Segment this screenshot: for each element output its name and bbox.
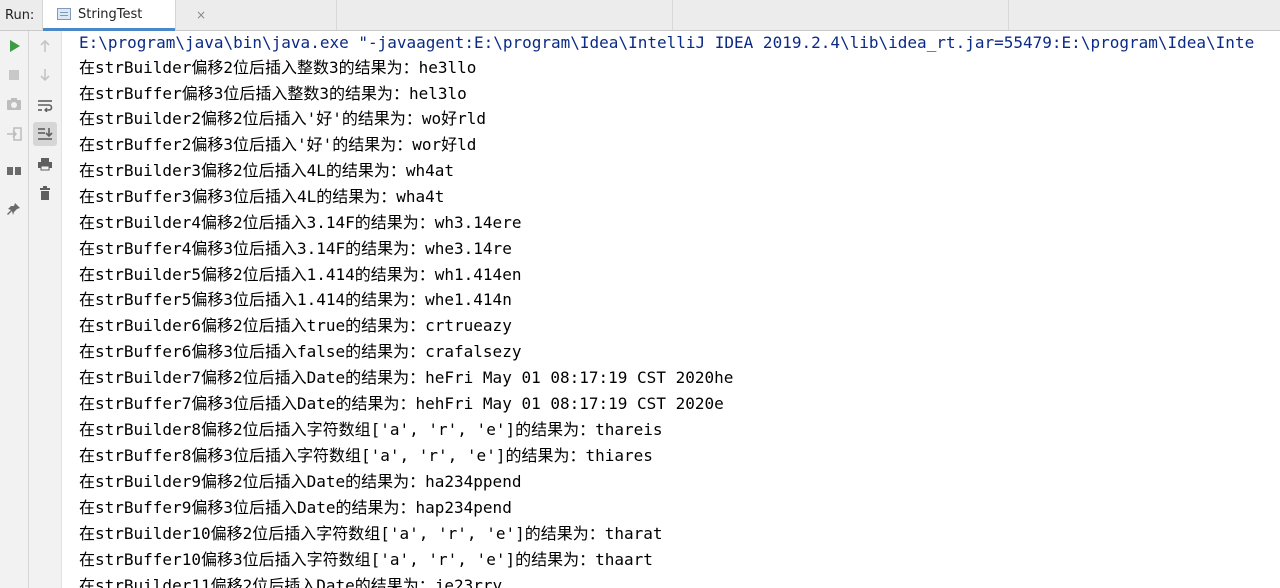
down-arrow-icon <box>40 69 50 82</box>
stop-button[interactable] <box>2 63 26 87</box>
run-toolbar-primary <box>0 31 29 588</box>
trash-icon <box>40 186 50 200</box>
restore-layout-button[interactable] <box>2 122 26 146</box>
console-line: 在strBuffer7偏移3位后插入Date的结果为：hehFri May 01… <box>79 394 724 413</box>
console-line: 在strBuilder7偏移2位后插入Date的结果为：heFri May 01… <box>79 368 734 387</box>
console-line: 在strBuilder6偏移2位后插入true的结果为：crtrueazy <box>79 316 512 335</box>
run-icon <box>10 40 20 52</box>
run-toolwindow-header: Run: StringTest × <box>0 0 1280 31</box>
header-divider <box>336 0 337 30</box>
soft-wrap-button[interactable] <box>33 93 57 117</box>
console-line: 在strBuilder8偏移2位后插入字符数组['a', 'r', 'e']的结… <box>79 420 663 439</box>
rerun-button[interactable] <box>2 34 26 58</box>
login-icon <box>7 127 22 141</box>
console-line: 在strBuilder4偏移2位后插入3.14F的结果为：wh3.14ere <box>79 213 522 232</box>
header-divider <box>1008 0 1009 30</box>
clear-all-button[interactable] <box>33 181 57 205</box>
next-occurrence-button[interactable] <box>33 63 57 87</box>
console-line: 在strBuilder5偏移2位后插入1.414的结果为：wh1.414en <box>79 265 522 284</box>
console-output[interactable]: E:\program\java\bin\java.exe "-javaagent… <box>62 31 1280 588</box>
soft-wrap-icon <box>38 100 53 112</box>
stop-icon <box>9 70 19 80</box>
console-line: 在strBuffer4偏移3位后插入3.14F的结果为：whe3.14re <box>79 239 512 258</box>
print-icon <box>38 158 52 171</box>
layout-settings-button[interactable] <box>2 159 26 183</box>
print-button[interactable] <box>33 152 57 176</box>
console-line: 在strBuilder偏移2位后插入整数3的结果为：he3llo <box>79 58 477 77</box>
console-line: 在strBuffer3偏移3位后插入4L的结果为：wha4t <box>79 187 445 206</box>
console-line: 在strBuilder10偏移2位后插入字符数组['a', 'r', 'e']的… <box>79 524 663 543</box>
console-command-line: E:\program\java\bin\java.exe "-javaagent… <box>79 33 1255 52</box>
console-line: 在strBuffer8偏移3位后插入字符数组['a', 'r', 'e']的结果… <box>79 446 653 465</box>
pin-icon <box>7 203 20 215</box>
up-arrow-icon <box>40 39 50 52</box>
console-line: 在strBuilder9偏移2位后插入Date的结果为：ha234ppend <box>79 472 522 491</box>
run-label: Run: <box>5 8 35 23</box>
tab-string-test[interactable]: StringTest × <box>42 0 206 31</box>
console-line: 在strBuilder3偏移2位后插入4L的结果为：wh4at <box>79 161 455 180</box>
console-line: 在strBuffer6偏移3位后插入false的结果为：crafalsezy <box>79 342 522 361</box>
camera-icon <box>7 98 21 110</box>
header-divider <box>672 0 673 30</box>
console-line: 在strBuffer偏移3位后插入整数3的结果为：hel3lo <box>79 84 467 103</box>
layout-icon <box>7 167 21 175</box>
console-line: 在strBuffer10偏移3位后插入字符数组['a', 'r', 'e']的结… <box>79 550 653 569</box>
console-line: 在strBuilder11偏移2位后插入Date的结果为：je23rry <box>79 576 503 588</box>
run-toolbar-secondary <box>29 31 62 588</box>
console-line: 在strBuffer5偏移3位后插入1.414的结果为：whe1.414n <box>79 290 512 309</box>
tab-label: StringTest <box>78 7 143 22</box>
scroll-to-end-icon <box>38 128 53 140</box>
close-icon[interactable]: × <box>196 0 206 30</box>
console-line: 在strBuffer9偏移3位后插入Date的结果为：hap234pend <box>79 498 512 517</box>
console-line: 在strBuilder2偏移2位后插入'好'的结果为：wo好rld <box>79 109 487 128</box>
console-line: 在strBuffer2偏移3位后插入'好'的结果为：wor好ld <box>79 135 477 154</box>
dump-threads-button[interactable] <box>2 92 26 116</box>
previous-occurrence-button[interactable] <box>33 34 57 58</box>
pin-tab-button[interactable] <box>2 197 26 221</box>
scroll-to-end-button[interactable] <box>33 122 57 146</box>
console-tab-icon <box>57 8 71 20</box>
